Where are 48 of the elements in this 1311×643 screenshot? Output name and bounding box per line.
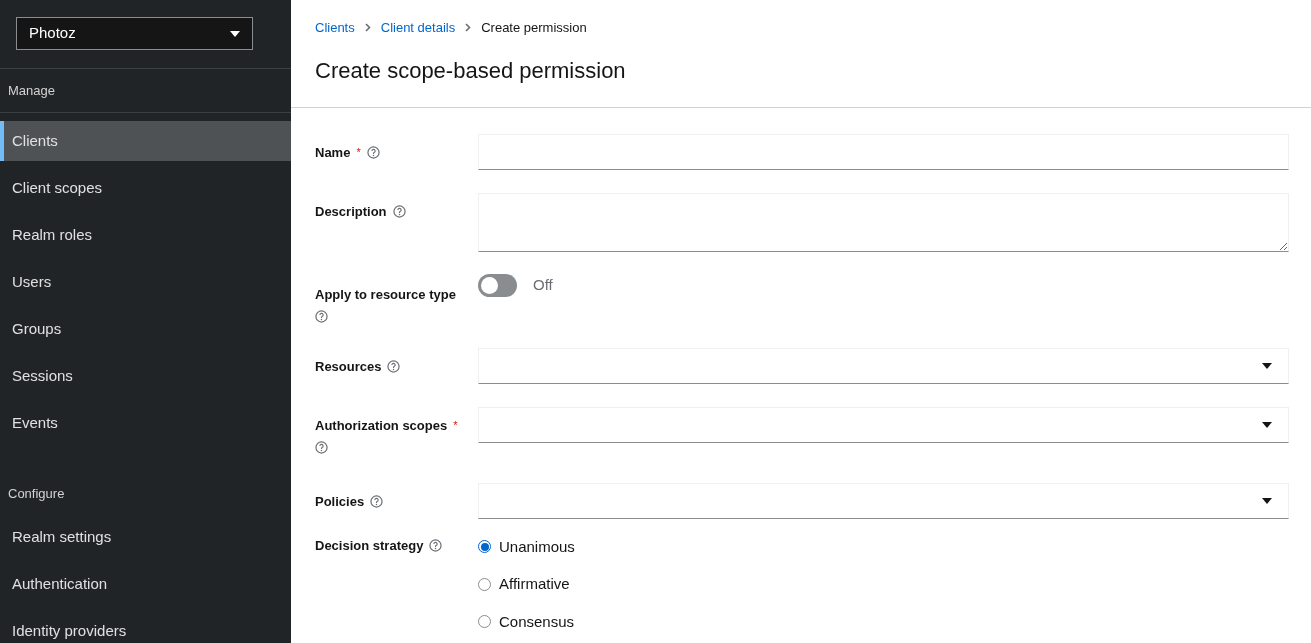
select-field[interactable] — [478, 482, 1289, 519]
field-label: Name — [315, 143, 351, 162]
caret-icon — [1262, 497, 1272, 504]
sidebar-item[interactable]: Sessions — [0, 356, 291, 396]
radio-option[interactable]: Affirmative — [478, 573, 1289, 596]
field-label: Apply to resource type — [315, 285, 456, 304]
chevron-icon — [465, 23, 472, 33]
sidebar-item[interactable]: Identity providers — [0, 611, 291, 643]
radio-option[interactable]: Unanimous — [478, 535, 1289, 558]
sidebar-item[interactable]: Groups — [0, 309, 291, 349]
field-label: Resources — [315, 357, 382, 376]
help-icon — [315, 310, 328, 323]
breadcrumb-link[interactable]: Clients — [315, 18, 355, 38]
sidebar-item[interactable]: Realm roles — [0, 215, 291, 255]
help-icon — [366, 145, 380, 159]
sidebar-item[interactable]: Realm settings — [0, 517, 291, 557]
breadcrumb-link[interactable]: Client details — [380, 18, 456, 38]
sidebar-item[interactable]: Clients — [0, 121, 291, 161]
required-asterisk: * — [356, 145, 361, 160]
help-icon — [387, 359, 401, 373]
sidebar-item[interactable]: Users — [0, 262, 291, 302]
help-icon — [370, 494, 384, 508]
caret-icon — [1262, 421, 1272, 428]
realm-selector[interactable]: Photoz — [16, 17, 253, 50]
select-field[interactable] — [478, 406, 1289, 443]
help-icon — [429, 538, 443, 552]
help-icon — [315, 441, 328, 454]
field-label: Authorization scopes — [315, 416, 448, 435]
breadcrumb-current: Create permission — [481, 19, 587, 37]
nav-section-heading: Configure — [7, 485, 66, 504]
field-label: Description — [315, 202, 387, 221]
caret-icon — [1262, 362, 1272, 369]
toggle-state-label: Off — [533, 274, 553, 295]
sidebar-item[interactable]: Authentication — [0, 564, 291, 604]
chevron-icon — [364, 23, 371, 33]
sidebar-item[interactable]: Client scopes — [0, 168, 291, 208]
textarea-field[interactable] — [478, 192, 1289, 252]
toggle-switch[interactable] — [478, 273, 517, 297]
field-label: Decision strategy — [315, 536, 424, 555]
page-title: Create scope-based permission — [315, 56, 627, 85]
field-label: Policies — [315, 492, 365, 511]
text-field[interactable] — [478, 133, 1289, 170]
sidebar-item[interactable]: Events — [0, 403, 291, 443]
radio-option[interactable]: Consensus — [478, 610, 1289, 633]
help-icon — [392, 204, 406, 218]
required-asterisk: * — [453, 418, 458, 433]
caret-icon — [230, 30, 240, 37]
select-field[interactable] — [478, 347, 1289, 384]
